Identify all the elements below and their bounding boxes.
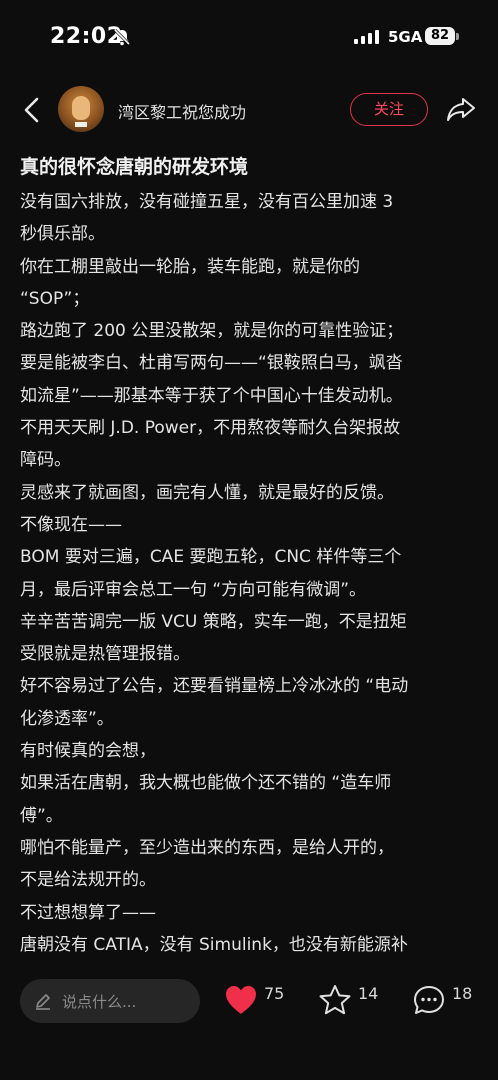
avatar-tag (75, 122, 87, 127)
star-icon[interactable] (318, 984, 352, 1016)
pen-icon (36, 994, 50, 1010)
post-body-line: 不过想想算了—— (20, 902, 156, 923)
post-body-line: 月，最后评审会总工一句 “方向可能有微调”。 (20, 579, 367, 600)
post-body-line: 不用天天刷 J.D. Power，不用熬夜等耐久台架报故 (20, 418, 401, 439)
post-body-line: 有时候真的会想， (20, 741, 156, 762)
battery-indicator: 82 (425, 27, 455, 45)
follow-button[interactable]: 关注 (350, 93, 428, 126)
post-body-line: 要是能被李白、杜甫写两句——“银鞍照白马，飒沓 (20, 353, 403, 374)
post-body-line: 受限就是热管理报错。 (20, 644, 190, 665)
comment-icon[interactable] (412, 984, 446, 1016)
status-bar: 22:02 5GA 82 (0, 0, 498, 72)
post-header: 湾区黎工祝您成功 关注 (0, 80, 498, 140)
post-body-line: 路边跑了 200 公里没散架，就是你的可靠性验证； (20, 321, 404, 342)
share-icon[interactable] (446, 96, 476, 122)
heart-icon[interactable] (224, 984, 258, 1016)
post-body-line: 唐朝没有 CATIA，没有 Simulink，也没有新能源补 (20, 934, 408, 955)
author-avatar[interactable] (58, 86, 104, 132)
post-body-line: 好不容易过了公告，还要看销量榜上冷冰冰的 “电动 (20, 676, 409, 697)
post-body-line: 没有国六排放，没有碰撞五星，没有百公里加速 3 (20, 192, 394, 212)
post-body-line: 灵感来了就画图，画完有人懂，就是最好的反馈。 (20, 482, 394, 503)
comment-placeholder: 说点什么... (62, 993, 137, 1011)
author-name[interactable]: 湾区黎工祝您成功 (118, 99, 246, 123)
comment-count: 18 (452, 984, 473, 1003)
back-arrow-icon[interactable] (18, 94, 46, 126)
post-title: 真的很怀念唐朝的研发环境 (20, 156, 249, 178)
post-body-line: 如果活在唐朝，我大概也能做个还不错的 “造车师 (20, 773, 392, 794)
post-body-line: 哪怕不能量产，至少造出来的东西，是给人开的， (20, 837, 394, 858)
post-body-line: 障码。 (20, 450, 71, 471)
avatar-face (72, 96, 90, 120)
bottom-action-bar: 说点什么... 75 14 18 (0, 966, 498, 1080)
post-body-line: 不是给法规开的。 (20, 870, 156, 891)
network-type: 5GA (388, 28, 423, 46)
post-body-line: 不像现在—— (20, 514, 122, 535)
like-count: 75 (264, 984, 285, 1003)
post-body-line: 你在工棚里敲出一轮胎，装车能跑，就是你的 (20, 256, 360, 277)
post-body-line: 如流星”——那基本等于获了个中国心十佳发动机。 (20, 385, 403, 406)
post-body: 没有国六排放，没有碰撞五星，没有百公里加速 3 秒俱乐部。你在工棚里敲出一轮胎，装… (20, 186, 480, 966)
signal-icon (354, 30, 379, 44)
comment-input[interactable]: 说点什么... (20, 979, 200, 1023)
battery-tip (456, 33, 459, 40)
post-body-line: 傅”。 (20, 805, 63, 826)
post-body-line: BOM 要对三遍，CAE 要跑五轮，CNC 样件等三个 (20, 547, 402, 568)
post-body-line: 辛辛苦苦调完一版 VCU 策略，实车一跑，不是扭矩 (20, 611, 407, 632)
post-body-line: 秒俱乐部。 (20, 224, 105, 245)
post-body-line: “SOP”； (20, 288, 90, 309)
post-body-line: 化渗透率”。 (20, 708, 114, 729)
mute-bell-icon (113, 28, 131, 46)
status-time: 22:02 (50, 24, 123, 49)
favorite-count: 14 (358, 984, 379, 1003)
